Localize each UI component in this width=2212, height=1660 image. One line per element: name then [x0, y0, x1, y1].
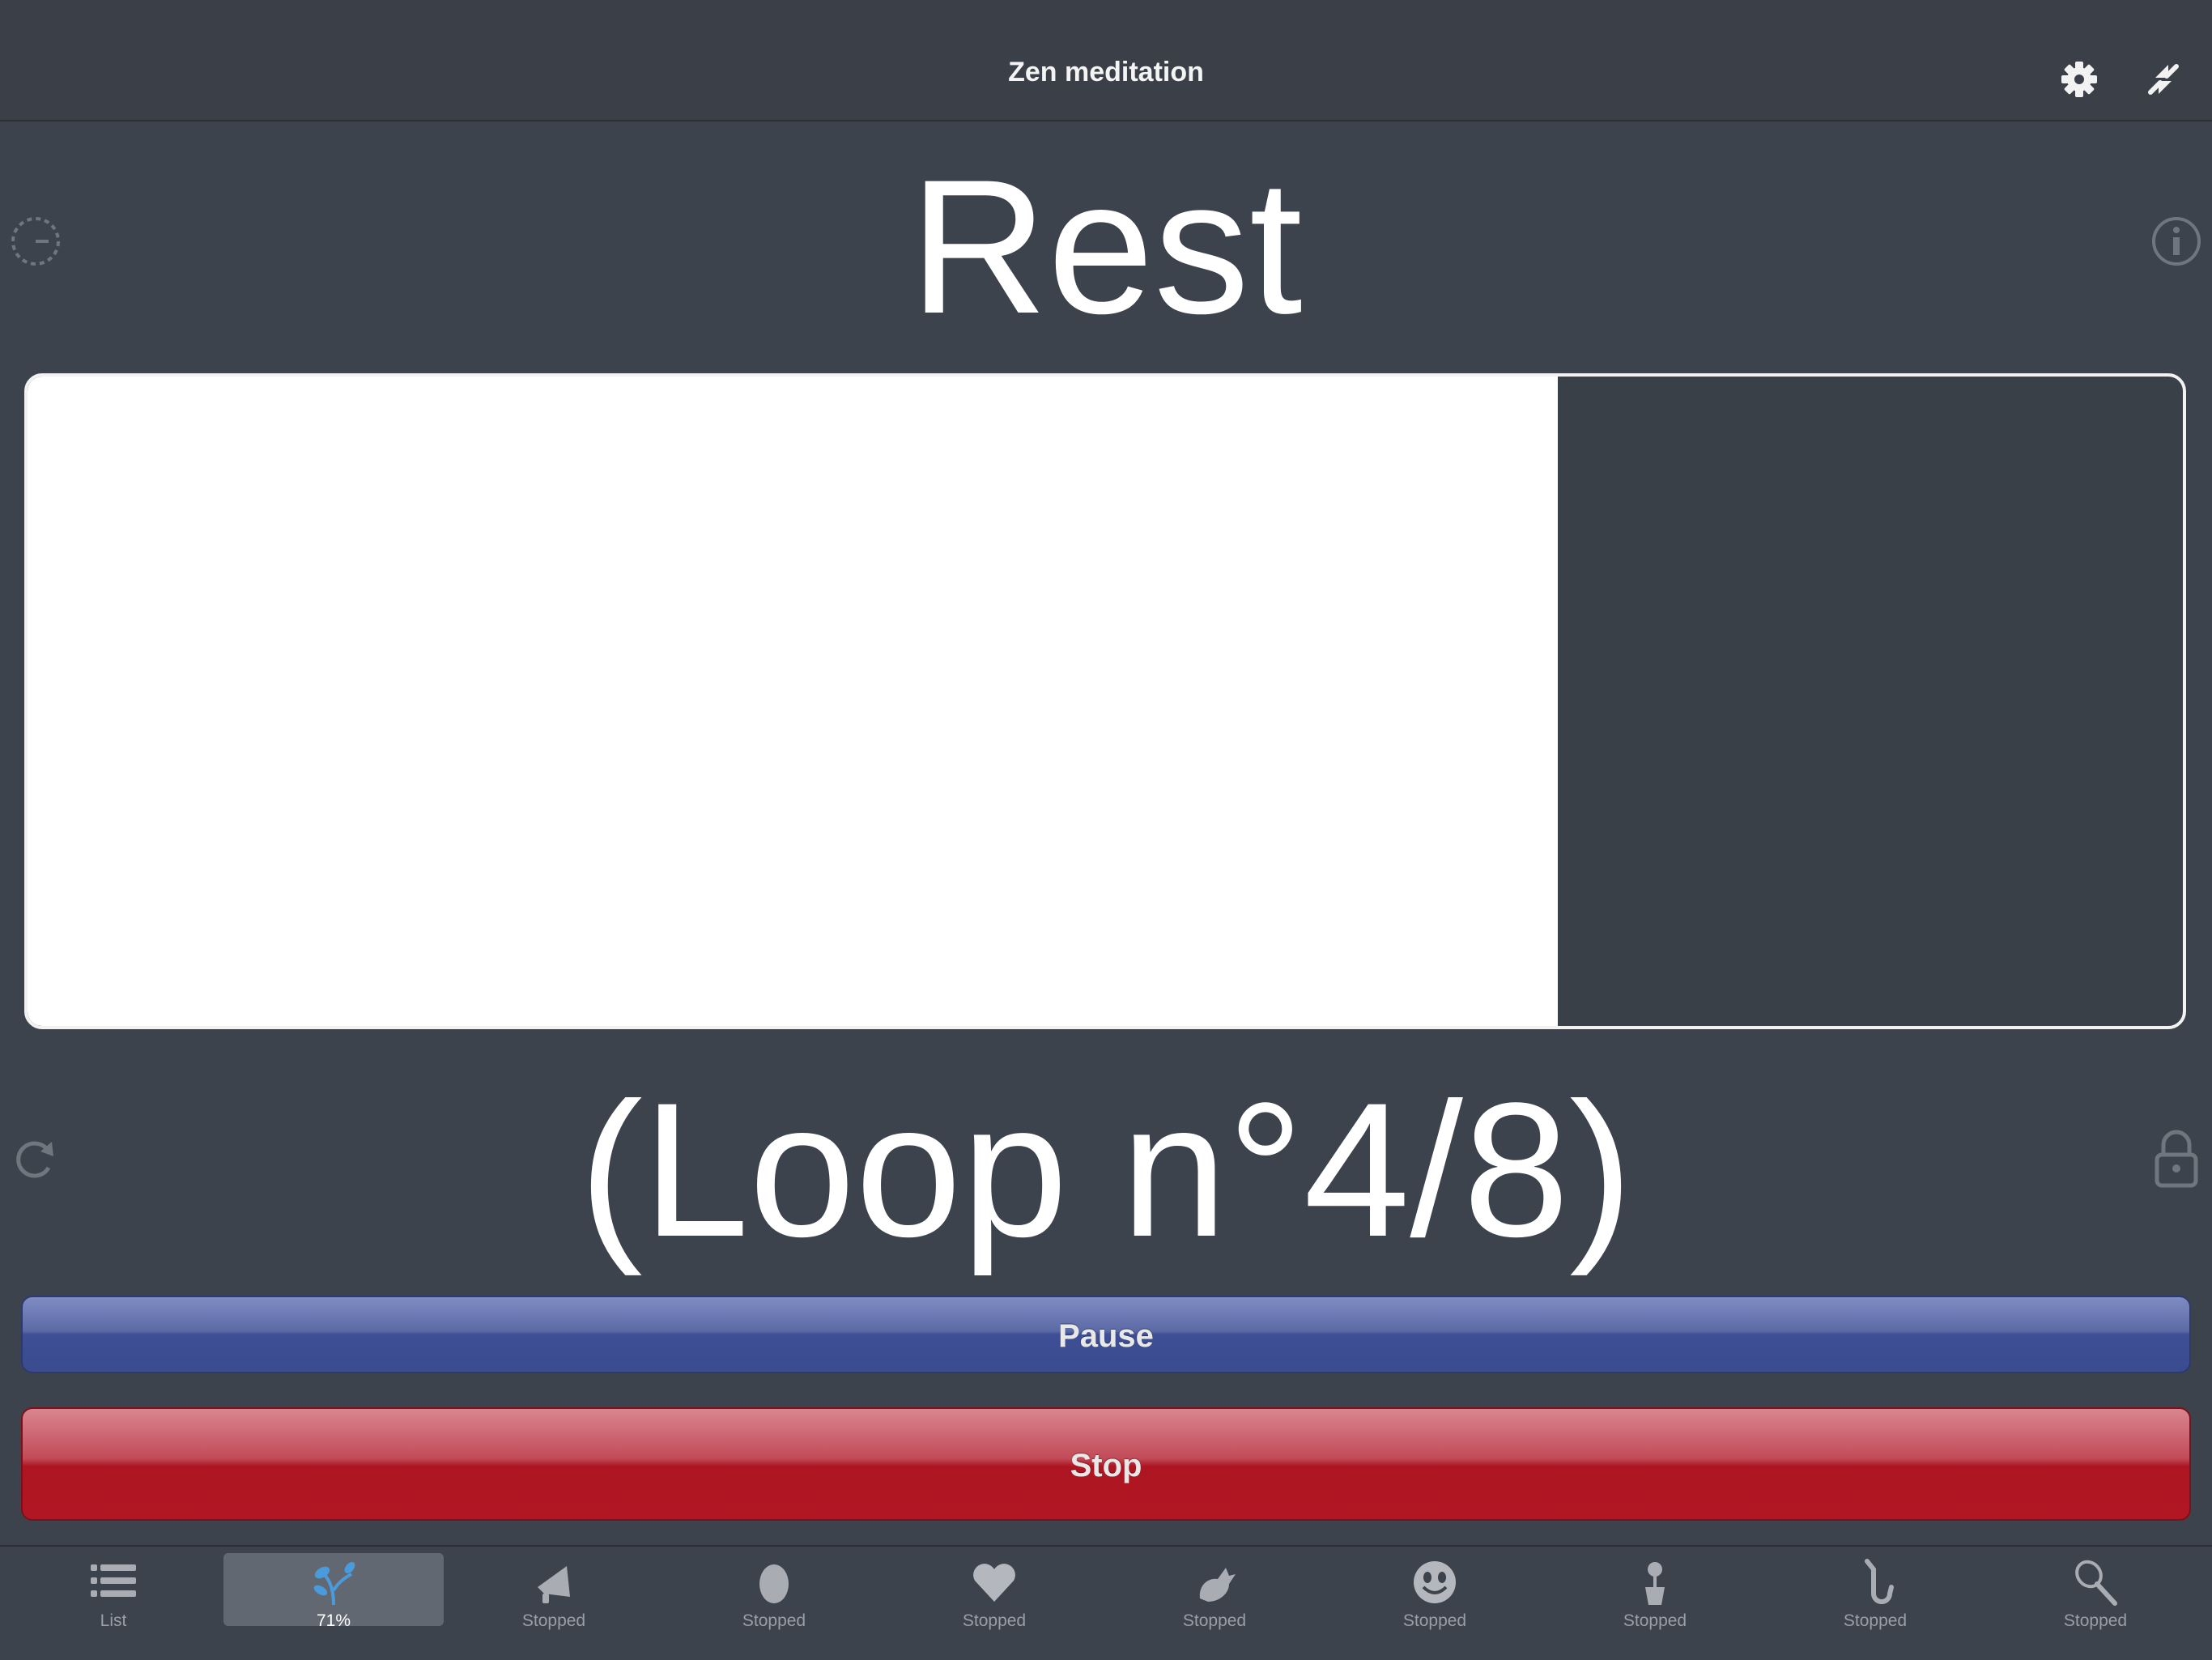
sprout-icon: [309, 1558, 358, 1607]
tab-label: Stopped: [2063, 1611, 2128, 1630]
tab-list[interactable]: List: [3, 1553, 223, 1630]
flower-pot-icon: [1631, 1558, 1679, 1607]
tab-heart[interactable]: Stopped: [884, 1553, 1104, 1630]
tab-label: Stopped: [1843, 1611, 1908, 1630]
navigation-bar: Zen meditation: [0, 0, 2212, 121]
heart-icon: [970, 1558, 1019, 1607]
loop-counter: (Loop n°4/8): [579, 1063, 1633, 1277]
racket-icon: [2071, 1558, 2120, 1607]
tab-flower-pot[interactable]: Stopped: [1545, 1553, 1765, 1630]
step-name: Rest: [909, 140, 1303, 354]
tab-label: Stopped: [1182, 1611, 1247, 1630]
progress-bar: [24, 373, 2186, 1029]
saxophone-icon: [1851, 1558, 1899, 1607]
progress-fill: [28, 377, 1559, 1026]
tab-racket[interactable]: Stopped: [1985, 1553, 2206, 1630]
tab-label: Stopped: [742, 1611, 806, 1630]
tab-label: Stopped: [521, 1611, 586, 1630]
tab-egg[interactable]: Stopped: [664, 1553, 884, 1630]
tab-label: List: [100, 1611, 127, 1630]
tab-smiley[interactable]: Stopped: [1325, 1553, 1545, 1630]
tab-label: Stopped: [1402, 1611, 1467, 1630]
tab-label: Stopped: [962, 1611, 1027, 1630]
tab-bar: List 71% Stopped Stopped Stopped Stopped…: [0, 1545, 2212, 1660]
tab-saxophone[interactable]: Stopped: [1765, 1553, 1985, 1630]
page-title: Zen meditation: [1008, 57, 1204, 87]
stop-button[interactable]: Stop: [21, 1407, 2191, 1521]
tab-label: Stopped: [1623, 1611, 1687, 1630]
collapse-icon[interactable]: [2139, 55, 2188, 104]
tab-label: 71%: [316, 1611, 351, 1630]
pause-button[interactable]: Pause: [21, 1296, 2191, 1373]
tab-zen-meditation[interactable]: 71%: [223, 1553, 444, 1630]
tab-megaphone[interactable]: Stopped: [444, 1553, 664, 1630]
smiley-icon: [1410, 1558, 1459, 1607]
megaphone-icon: [530, 1558, 578, 1607]
gear-icon[interactable]: [2055, 55, 2104, 104]
list-icon: [89, 1558, 138, 1607]
egg-icon: [750, 1558, 798, 1607]
dragon-icon: [1190, 1558, 1239, 1607]
tab-dragon[interactable]: Stopped: [1104, 1553, 1325, 1630]
